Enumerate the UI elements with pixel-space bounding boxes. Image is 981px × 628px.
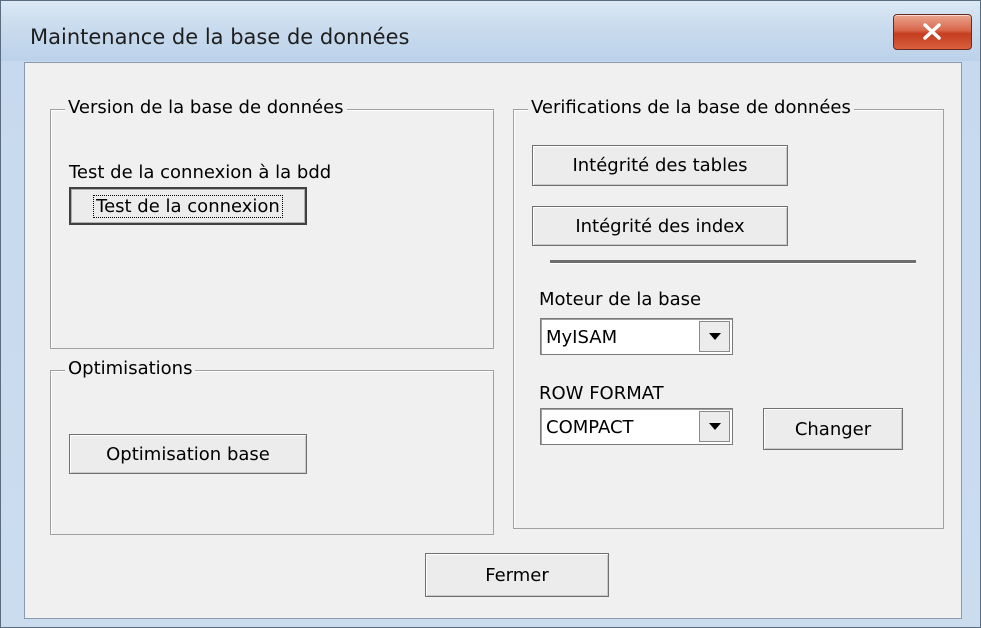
chevron-down-icon [709,423,721,430]
engine-label: Moteur de la base [539,289,702,310]
row-format-label: ROW FORMAT [539,383,664,404]
verifications-separator [550,260,916,264]
test-connection-button[interactable]: Test de la connexion [69,187,307,225]
change-button[interactable]: Changer [763,408,903,450]
close-icon [923,23,941,40]
chevron-down-icon [709,333,721,340]
index-integrity-button[interactable]: Intégrité des index [532,206,788,246]
table-integrity-label: Intégrité des tables [572,155,748,176]
dialog-client-area: Version de la base de données Test de la… [24,62,962,619]
row-format-select-value: COMPACT [546,417,634,438]
title-bar[interactable]: Maintenance de la base de données [1,1,980,61]
verifications-group-legend: Verifications de la base de données [528,97,854,118]
engine-select-value: MyISAM [546,327,618,348]
version-group: Version de la base de données [50,97,494,349]
engine-dropdown-button[interactable] [699,321,730,352]
row-format-dropdown-button[interactable] [699,411,730,442]
index-integrity-label: Intégrité des index [575,215,745,237]
version-group-legend: Version de la base de données [65,97,347,118]
test-connection-label: Test de la connexion [93,194,283,218]
close-window-button[interactable] [893,14,972,50]
close-button[interactable]: Fermer [425,553,609,597]
optimise-database-button[interactable]: Optimisation base [69,434,307,474]
dialog-window: Maintenance de la base de données Versio… [0,0,981,628]
connection-test-label: Test de la connexion à la bdd [69,162,332,183]
window-title: Maintenance de la base de données [30,25,410,49]
change-button-label: Changer [794,418,872,440]
row-format-select[interactable]: COMPACT [540,408,733,445]
engine-select[interactable]: MyISAM [540,318,733,355]
table-integrity-button[interactable]: Intégrité des tables [532,145,788,186]
optimise-database-label: Optimisation base [106,443,270,465]
optimisations-group-legend: Optimisations [65,358,196,379]
close-button-label: Fermer [485,564,549,586]
